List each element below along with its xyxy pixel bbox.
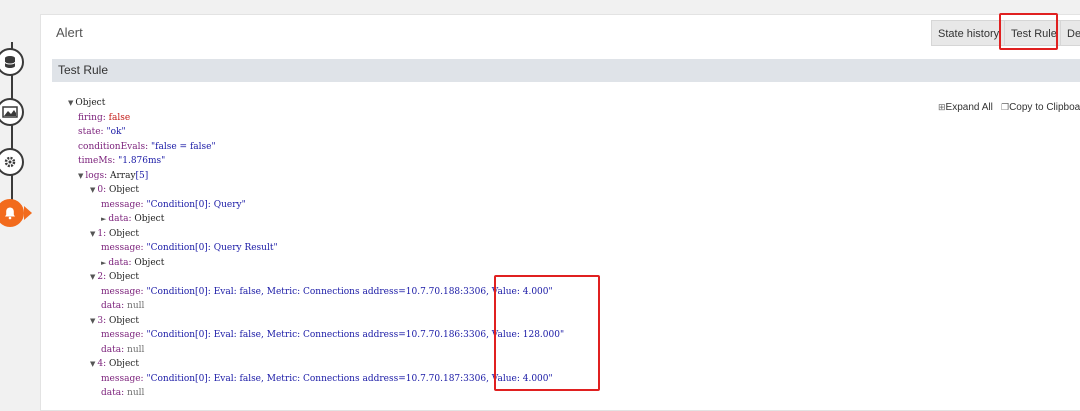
- tree-row: message: "Condition[0]: Eval: false, Met…: [101, 286, 553, 297]
- tree-row: message: "Condition[0]: Query Result": [101, 243, 278, 253]
- tree-row: timeMs: "1.876ms": [78, 156, 166, 166]
- expand-icon: ⊞: [938, 102, 946, 112]
- tree-row: data: null: [101, 388, 145, 398]
- delete-button[interactable]: Dele: [1060, 20, 1080, 46]
- section-title: Test Rule: [58, 63, 109, 77]
- expanded-arrow-icon: ▼: [90, 360, 96, 368]
- expanded-arrow-icon: ▼: [90, 229, 96, 238]
- copy-icon: ❐: [1001, 102, 1010, 112]
- tree-row: message: "Condition[0]: Query": [101, 199, 246, 210]
- log-item[interactable]: ▼ 3: Object: [90, 314, 139, 329]
- page-title: Alert: [56, 25, 83, 40]
- database-icon[interactable]: [0, 48, 24, 76]
- state-history-button[interactable]: State history: [931, 20, 1007, 46]
- expanded-arrow-icon: ▼: [90, 186, 96, 194]
- dashboard-icon[interactable]: [0, 98, 24, 126]
- tree-row: conditionEvals: "false = false": [78, 141, 216, 152]
- expanded-arrow-icon: ▼: [90, 316, 96, 325]
- collapsed-arrow-icon: ►: [101, 258, 107, 267]
- gear-icon[interactable]: [0, 148, 24, 176]
- tree-root[interactable]: ▼ Object: [68, 96, 105, 111]
- log-item[interactable]: ▼ 0: Object: [90, 183, 139, 198]
- alert-panel: Alert State history Test Rule Dele Test …: [40, 13, 1080, 411]
- tree-row: data: null: [101, 344, 145, 355]
- active-indicator: [24, 206, 32, 220]
- expanded-arrow-icon: ▼: [90, 273, 96, 281]
- expanded-arrow-icon: ▼: [78, 171, 84, 180]
- tree-row: state: "ok": [78, 127, 126, 137]
- tree-row: firing: false: [78, 112, 131, 123]
- tree-row: message: "Condition[0]: Eval: false, Met…: [101, 373, 553, 384]
- bell-icon[interactable]: [0, 199, 24, 227]
- highlight-box: [999, 13, 1058, 50]
- copy-to-clipboard-link[interactable]: ❐Copy to Clipboa: [1001, 102, 1080, 113]
- data-node[interactable]: ► data: Object: [101, 256, 164, 271]
- expanded-arrow-icon: ▼: [68, 99, 74, 107]
- data-node[interactable]: ► data: Object: [101, 212, 164, 227]
- collapsed-arrow-icon: ►: [101, 215, 107, 223]
- log-item[interactable]: ▼ 4: Object: [90, 357, 139, 372]
- left-nav-rail: [0, 0, 36, 409]
- expand-all-link[interactable]: ⊞Expand All: [938, 102, 993, 113]
- logs-node[interactable]: ▼ logs: Array[5]: [78, 169, 148, 184]
- log-item[interactable]: ▼ 2: Object: [90, 270, 139, 285]
- panel-header: Alert State history Test Rule Dele: [41, 13, 1080, 57]
- highlight-box: [494, 275, 600, 391]
- tree-row: data: null: [101, 301, 145, 311]
- test-rule-header: Test Rule: [52, 59, 1080, 82]
- log-item[interactable]: ▼ 1: Object: [90, 227, 139, 242]
